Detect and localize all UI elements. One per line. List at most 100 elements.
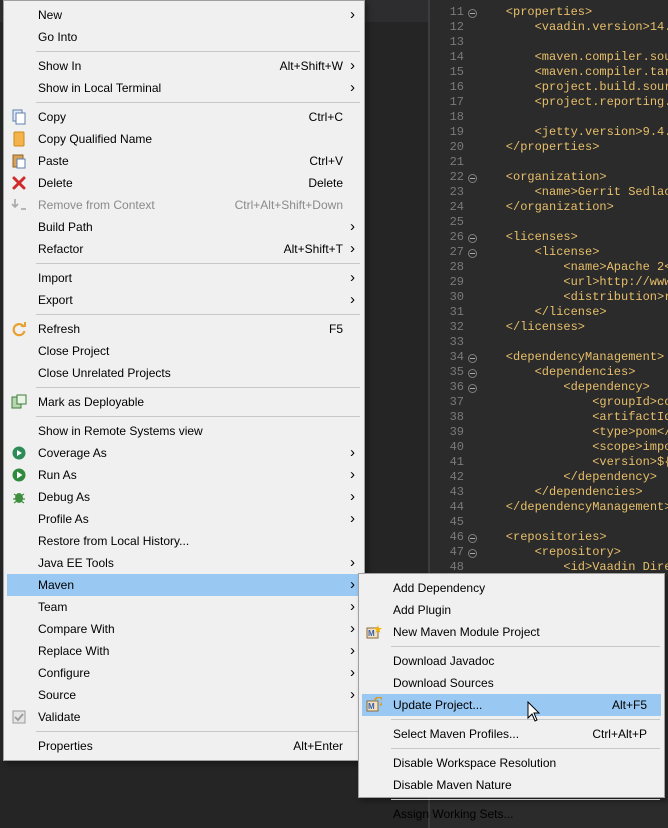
- menu-item-update-project[interactable]: M Update Project... Alt+F5: [362, 694, 661, 716]
- menu-item-properties[interactable]: Properties Alt+Enter: [7, 735, 361, 757]
- line-number: 25: [449, 215, 464, 229]
- menu-item-refactor[interactable]: Refactor Alt+Shift+T ›: [7, 238, 361, 260]
- code-line[interactable]: 22 <organization>: [430, 170, 668, 185]
- fold-toggle-icon[interactable]: [468, 174, 477, 183]
- code-line[interactable]: 45: [430, 515, 668, 530]
- fold-toggle-icon[interactable]: [468, 534, 477, 543]
- code-line[interactable]: 21: [430, 155, 668, 170]
- fold-toggle-icon[interactable]: [468, 384, 477, 393]
- line-number: 37: [449, 395, 464, 409]
- code-line[interactable]: 35 <dependencies>: [430, 365, 668, 380]
- code-line[interactable]: 42 </dependency>: [430, 470, 668, 485]
- submenu-arrow-icon: ›: [350, 554, 355, 571]
- menu-item-compare-with[interactable]: Compare With ›: [7, 618, 361, 640]
- menu-item-mark-as-deployable[interactable]: Mark as Deployable: [7, 391, 361, 413]
- code-text: </dependencyManagement>: [505, 500, 668, 514]
- code-line[interactable]: 36 <dependency>: [430, 380, 668, 395]
- code-line[interactable]: 16 <project.build.sourc: [430, 80, 668, 95]
- code-line[interactable]: 43 </dependencies>: [430, 485, 668, 500]
- menu-item-disable-workspace-resolution[interactable]: Disable Workspace Resolution: [362, 752, 661, 774]
- code-line[interactable]: 15 <maven.compiler.targ: [430, 65, 668, 80]
- menu-item-paste[interactable]: Paste Ctrl+V: [7, 150, 361, 172]
- fold-toggle-icon[interactable]: [468, 354, 477, 363]
- code-line[interactable]: 30 <distribution>re: [430, 290, 668, 305]
- menu-item-new[interactable]: New ›: [7, 4, 361, 26]
- code-line[interactable]: 18: [430, 110, 668, 125]
- fold-toggle-icon[interactable]: [468, 249, 477, 258]
- menu-item-team[interactable]: Team ›: [7, 596, 361, 618]
- code-line[interactable]: 17 <project.reporting.c: [430, 95, 668, 110]
- code-line[interactable]: 33: [430, 335, 668, 350]
- menu-item-import[interactable]: Import ›: [7, 267, 361, 289]
- menu-item-assign-working-sets[interactable]: Assign Working Sets...: [362, 803, 661, 825]
- menu-item-download-sources[interactable]: Download Sources: [362, 672, 661, 694]
- line-number: 12: [449, 20, 464, 34]
- code-line[interactable]: 34 <dependencyManagement>: [430, 350, 668, 365]
- code-line[interactable]: 23 <name>Gerrit Sedlacz: [430, 185, 668, 200]
- copy-icon: [11, 109, 27, 125]
- submenu-arrow-icon: ›: [350, 510, 355, 527]
- menu-item-go-into[interactable]: Go Into: [7, 26, 361, 48]
- menu-item-label: Add Dependency: [393, 581, 486, 595]
- fold-toggle-icon[interactable]: [468, 9, 477, 18]
- line-number: 14: [449, 50, 464, 64]
- code-line[interactable]: 39 <type>pom</t: [430, 425, 668, 440]
- menu-item-download-javadoc[interactable]: Download Javadoc: [362, 650, 661, 672]
- code-line[interactable]: 37 <groupId>con: [430, 395, 668, 410]
- menu-item-disable-maven-nature[interactable]: Disable Maven Nature: [362, 774, 661, 796]
- menu-item-select-maven-profiles[interactable]: Select Maven Profiles... Ctrl+Alt+P: [362, 723, 661, 745]
- menu-item-copy[interactable]: Copy Ctrl+C: [7, 106, 361, 128]
- menu-item-replace-with[interactable]: Replace With ›: [7, 640, 361, 662]
- menu-item-coverage-as[interactable]: Coverage As ›: [7, 442, 361, 464]
- submenu-arrow-icon: ›: [350, 664, 355, 681]
- code-line[interactable]: 40 <scope>impor: [430, 440, 668, 455]
- code-line[interactable]: 31 </license>: [430, 305, 668, 320]
- code-line[interactable]: 20 </properties>: [430, 140, 668, 155]
- menu-item-add-plugin[interactable]: Add Plugin: [362, 599, 661, 621]
- code-line[interactable]: 12 <vaadin.version>14.(: [430, 20, 668, 35]
- menu-item-source[interactable]: Source ›: [7, 684, 361, 706]
- menu-item-build-path[interactable]: Build Path ›: [7, 216, 361, 238]
- menu-item-copy-qualified-name[interactable]: Copy Qualified Name: [7, 128, 361, 150]
- code-line[interactable]: 32 </licenses>: [430, 320, 668, 335]
- fold-toggle-icon[interactable]: [468, 234, 477, 243]
- code-line[interactable]: 25: [430, 215, 668, 230]
- menu-item-export[interactable]: Export ›: [7, 289, 361, 311]
- code-line[interactable]: 41 <version>${v: [430, 455, 668, 470]
- menu-item-delete[interactable]: Delete Delete: [7, 172, 361, 194]
- fold-toggle-icon[interactable]: [468, 549, 477, 558]
- code-line[interactable]: 28 <name>Apache 2</: [430, 260, 668, 275]
- fold-toggle-icon[interactable]: [468, 369, 477, 378]
- menu-item-new-maven-module-project[interactable]: M New Maven Module Project: [362, 621, 661, 643]
- code-line[interactable]: 46 <repositories>: [430, 530, 668, 545]
- menu-item-add-dependency[interactable]: Add Dependency: [362, 577, 661, 599]
- menu-item-close-unrelated-projects[interactable]: Close Unrelated Projects: [7, 362, 361, 384]
- code-line[interactable]: 29 <url>http://www: [430, 275, 668, 290]
- menu-item-restore-from-local-history[interactable]: Restore from Local History...: [7, 530, 361, 552]
- code-line[interactable]: 26 <licenses>: [430, 230, 668, 245]
- code-line[interactable]: 14 <maven.compiler.sour: [430, 50, 668, 65]
- copy-qualified-name-icon: [11, 131, 27, 147]
- code-line[interactable]: 13: [430, 35, 668, 50]
- code-line[interactable]: 44 </dependencyManagement>: [430, 500, 668, 515]
- code-line[interactable]: 27 <license>: [430, 245, 668, 260]
- menu-item-debug-as[interactable]: Debug As ›: [7, 486, 361, 508]
- menu-item-profile-as[interactable]: Profile As ›: [7, 508, 361, 530]
- code-text: <dependency>: [563, 380, 650, 394]
- code-line[interactable]: 11 <properties>: [430, 5, 668, 20]
- menu-item-show-in-local-terminal[interactable]: Show in Local Terminal ›: [7, 77, 361, 99]
- menu-item-close-project[interactable]: Close Project: [7, 340, 361, 362]
- menu-item-configure[interactable]: Configure ›: [7, 662, 361, 684]
- code-line[interactable]: 38 <artifactId: [430, 410, 668, 425]
- code-line[interactable]: 47 <repository>: [430, 545, 668, 560]
- menu-item-maven[interactable]: Maven ›: [7, 574, 361, 596]
- menu-separator: [36, 314, 360, 315]
- menu-item-refresh[interactable]: Refresh F5: [7, 318, 361, 340]
- menu-item-show-in[interactable]: Show In Alt+Shift+W ›: [7, 55, 361, 77]
- code-line[interactable]: 19 <jetty.version>9.4.:: [430, 125, 668, 140]
- menu-item-run-as[interactable]: Run As ›: [7, 464, 361, 486]
- menu-item-show-in-remote-systems-view[interactable]: Show in Remote Systems view: [7, 420, 361, 442]
- code-line[interactable]: 24 </organization>: [430, 200, 668, 215]
- menu-item-java-ee-tools[interactable]: Java EE Tools ›: [7, 552, 361, 574]
- menu-item-validate[interactable]: Validate: [7, 706, 361, 728]
